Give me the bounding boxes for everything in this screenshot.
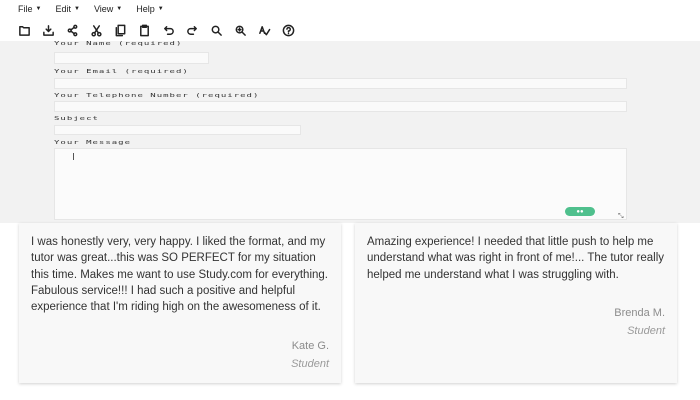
- spellcheck-icon[interactable]: [256, 22, 272, 38]
- menu-help-label: Help: [136, 4, 155, 14]
- message-textarea[interactable]: [54, 148, 627, 220]
- zoom-out-icon[interactable]: [232, 22, 248, 38]
- menu-edit[interactable]: Edit ▼: [55, 4, 79, 14]
- resize-handle-icon[interactable]: ⤡: [618, 213, 624, 221]
- zoom-in-icon[interactable]: [208, 22, 224, 38]
- help-icon[interactable]: [280, 22, 296, 38]
- redo-icon[interactable]: [184, 22, 200, 38]
- new-document-icon[interactable]: [16, 22, 32, 38]
- testimonial-role: Student: [627, 325, 665, 337]
- chevron-down-icon: ▼: [73, 6, 80, 12]
- name-input[interactable]: [54, 52, 209, 64]
- menu-view-label: View: [93, 4, 114, 14]
- text-cursor: [73, 153, 74, 160]
- name-label: Your Name (required): [54, 41, 183, 47]
- copy-icon[interactable]: [112, 22, 128, 38]
- email-input[interactable]: [54, 78, 627, 89]
- share-icon[interactable]: [64, 22, 80, 38]
- download-icon[interactable]: [40, 22, 56, 38]
- subject-input[interactable]: [54, 125, 301, 135]
- testimonial-author: Kate G.: [291, 340, 329, 352]
- phone-input[interactable]: [54, 101, 627, 112]
- cut-icon[interactable]: [88, 22, 104, 38]
- grammar-checker-icon[interactable]: ●●: [565, 207, 595, 216]
- menu-file[interactable]: File ▼: [18, 4, 41, 14]
- chevron-down-icon: ▼: [157, 6, 164, 12]
- message-label: Your Message: [54, 140, 132, 146]
- testimonial-card: Amazing experience! I needed that little…: [355, 223, 677, 383]
- chevron-down-icon: ▼: [116, 6, 123, 12]
- contact-form: Your Name (required) Your Email (require…: [0, 41, 700, 223]
- testimonial-quote: I was honestly very, very happy. I liked…: [31, 236, 328, 314]
- menu-file-label: File: [18, 4, 33, 14]
- phone-label: Your Telephone Number (required): [54, 93, 260, 99]
- undo-icon[interactable]: [160, 22, 176, 38]
- testimonial-card: I was honestly very, very happy. I liked…: [19, 223, 341, 383]
- paste-icon[interactable]: [136, 22, 152, 38]
- menu-edit-label: Edit: [55, 4, 71, 14]
- toolbar: [0, 19, 700, 41]
- testimonial-quote: Amazing experience! I needed that little…: [367, 236, 665, 281]
- subject-label: Subject: [54, 116, 99, 122]
- menu-help[interactable]: Help ▼: [136, 4, 163, 14]
- menu-view[interactable]: View ▼: [94, 4, 122, 14]
- testimonial-role: Student: [291, 358, 329, 370]
- email-label: Your Email (required): [54, 69, 189, 75]
- chevron-down-icon: ▼: [35, 6, 42, 12]
- menu-bar: File ▼ Edit ▼ View ▼ Help ▼: [0, 0, 700, 18]
- testimonial-author: Brenda M.: [614, 307, 665, 319]
